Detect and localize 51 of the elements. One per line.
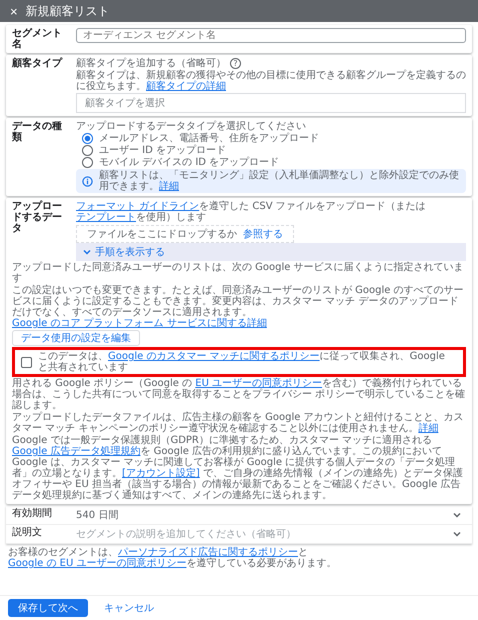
- customer-type-description: 顧客タイプは、新規顧客の獲得やその他の目標に使用できる顧客グループを定義するのに役立ちます。顧客タイプの詳細: [76, 70, 466, 92]
- radio-button[interactable]: [82, 133, 93, 144]
- data-type-prompt: アップロードするデータタイプを選択してください: [76, 121, 307, 132]
- consent-checkbox[interactable]: [21, 356, 32, 368]
- link[interactable]: テンプレート: [76, 212, 136, 223]
- description-field[interactable]: セグメントの説明を追加してください（省略可）: [76, 527, 446, 541]
- close-button[interactable]: ×: [10, 4, 18, 18]
- link[interactable]: Google 広告データ処理規約: [12, 446, 140, 457]
- info-paragraph: アップロードした同意済みユーザーのリストは、次の Google サービスに届くように指定されています: [12, 262, 465, 284]
- field-label: セグメント名: [12, 28, 63, 50]
- chevron-icon: [82, 247, 92, 257]
- save-next-button[interactable]: 保存して次へ: [8, 599, 88, 617]
- link[interactable]: Google のカスタマー マッチに関するポリシー: [108, 351, 320, 362]
- field-label: 説明文: [12, 527, 43, 538]
- window-title: 新規顧客リスト: [26, 2, 110, 20]
- link[interactable]: 詳細: [159, 181, 179, 192]
- browse-link[interactable]: 参照する: [243, 227, 283, 241]
- link[interactable]: Google のコア プラットフォーム サービスに関する詳細: [12, 318, 267, 329]
- segment-name-field[interactable]: オーディエンス セグメント名: [76, 28, 466, 43]
- field-label: アップロードするデータ: [12, 201, 63, 234]
- edit-data-usage-button[interactable]: データ使用の設定を編集: [12, 330, 140, 346]
- setting-value: 540 日間: [76, 509, 120, 522]
- radio-label: メールアドレス、電話番号、住所をアップロード: [99, 133, 319, 144]
- link[interactable]: 顧客タイプの詳細: [146, 81, 226, 92]
- info-icon: [82, 176, 93, 186]
- show-steps-toggle[interactable]: 手順を表示する: [76, 243, 466, 261]
- upload-instructions: フォーマット ガイドラインを遵守した CSV ファイルをアップロード（または テンプレート を使用）します: [76, 201, 427, 223]
- field-label: 顧客タイプ: [12, 58, 64, 69]
- customer-type-heading: 顧客タイプを追加する（省略可）: [76, 58, 226, 69]
- field-label: データの種類: [12, 121, 63, 143]
- link[interactable]: フォーマット ガイドライン: [76, 201, 200, 212]
- link[interactable]: パーソナライズド広告に関するポリシー: [118, 547, 298, 558]
- policy-note: お客様のセグメントは、パーソナライズド広告に関するポリシーと Google の EU ユーザーの同意ポリシーを遵守している必要があります。: [7, 546, 338, 570]
- radio-button[interactable]: [82, 145, 93, 156]
- customer-type-select[interactable]: 顧客タイプを選択: [76, 93, 466, 113]
- notice-text: 顧客リストは、「モニタリング」設定（入札単価調整なし）と除外設定でのみ使用できます。詳細: [99, 170, 460, 192]
- consent-text: このデータは、Google のカスタマー マッチに関するポリシーに従って収集され、Google と共有されています: [38, 351, 446, 373]
- radio-label: ユーザー ID をアップロード: [99, 145, 226, 156]
- field-label: 有効期間: [12, 508, 53, 519]
- info-paragraph: アップロードしたデータファイルは、広告主様の顧客を Google アカウントと紐付けることと、カスタマー マッチ キャンペーンのポリシー遵守状況を確認すること以外には使用されません。詳細: [12, 412, 465, 434]
- cancel-button[interactable]: キャンセル: [98, 600, 160, 616]
- link[interactable]: [アカウント設定]: [122, 468, 200, 479]
- link[interactable]: Google の EU ユーザーの同意ポリシー: [8, 558, 186, 569]
- radio-button[interactable]: [82, 157, 93, 168]
- link[interactable]: EU ユーザーの同意ポリシー: [195, 378, 322, 389]
- help-icon[interactable]: ?: [230, 58, 241, 69]
- info-paragraph: Google では一般データ保護規則（GDPR）に準拠するため、カスタマー マッチに適用される Google 広告データ処理規約を Google 広告の利用規約に盛り込んでいます。この規約において Google は、カスタマー マッチに関連してお客様が Google に提供する個人データの「データ処理者」の立場となります。[アカウント設定] で、ご自身の連絡先情報（メインの連絡先）とデータ保護オフィサーや EU 担当者（該当する場合）の情報が最新であることをご確認ください。Google 広告データ処理規約に基づく通知はすべて、メインの連絡先に送られます。: [12, 435, 464, 501]
- info-paragraph: 用される Google ポリシー（Google の EU ユーザーの同意ポリシーを含む）で義務付けられている場合は、こうした共有について同意を取得することをプライバシー ポリシーで明示していることを確認します。: [12, 378, 466, 411]
- radio-label: モバイル デバイスの ID をアップロード: [99, 157, 280, 168]
- link[interactable]: 詳細: [418, 423, 438, 434]
- info-paragraph: この設定はいつでも変更できます。たとえば、同意済みユーザーのリストが Google のすべてのサービスに届くように設定することもできます。変更内容は、カスタマー マッチ データのアップロードだけでなく、すべてのデータソースに適用されます。 Google のコア プラットフォーム サービスに関する詳細: [12, 285, 465, 329]
